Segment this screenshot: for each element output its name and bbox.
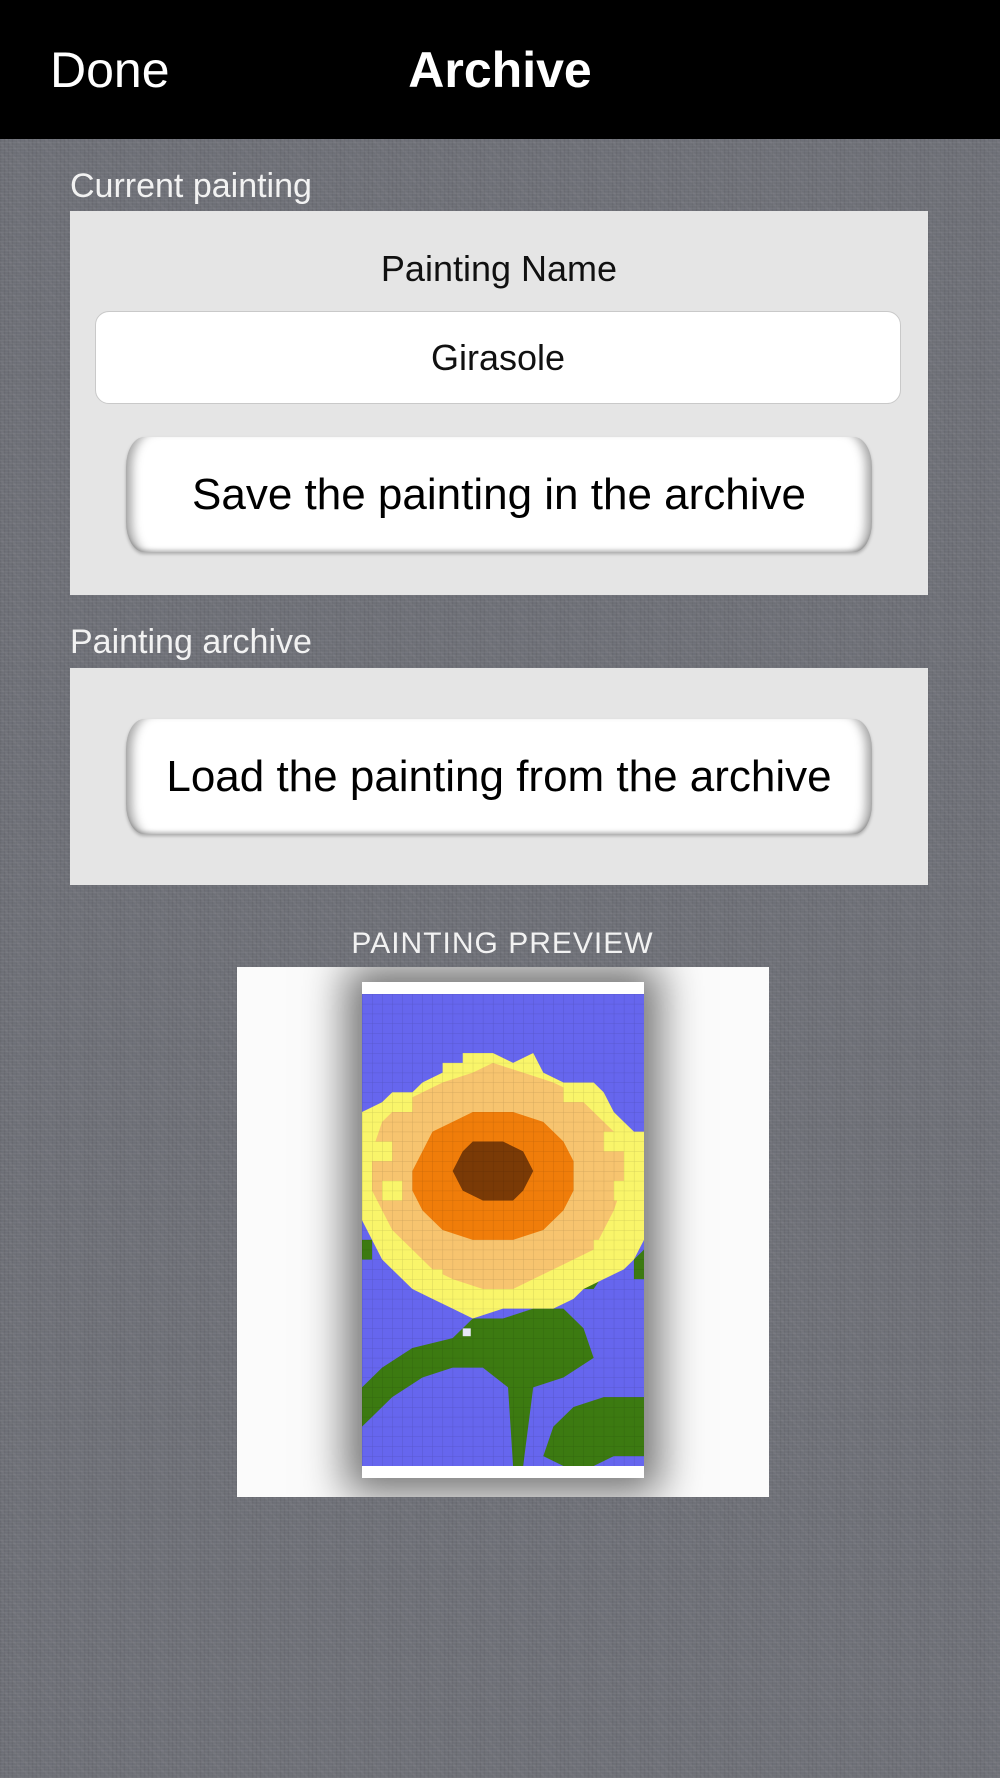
load-painting-button[interactable]: Load the painting from the archive — [126, 719, 872, 834]
painting-archive-panel: Load the painting from the archive — [70, 668, 928, 885]
painting-name-caption: Painting Name — [380, 248, 618, 289]
page-title: Archive — [0, 40, 1000, 100]
page-title-text: Archive — [408, 42, 592, 98]
current-painting-section-label: Current painting — [70, 167, 312, 205]
painting-preview-frame — [237, 967, 769, 1497]
painting-archive-section-label: Painting archive — [70, 623, 312, 661]
painting-preview-canvas — [362, 982, 644, 1478]
sunflower-pixel-image — [362, 994, 644, 1466]
painting-name-field[interactable] — [95, 311, 901, 404]
save-painting-button[interactable]: Save the painting in the archive — [126, 437, 872, 552]
navigation-bar: Done Archive — [0, 0, 1000, 139]
painting-preview-label: PAINTING PREVIEW — [351, 927, 654, 960]
current-painting-panel: Painting Name Save the painting in the a… — [70, 211, 928, 595]
